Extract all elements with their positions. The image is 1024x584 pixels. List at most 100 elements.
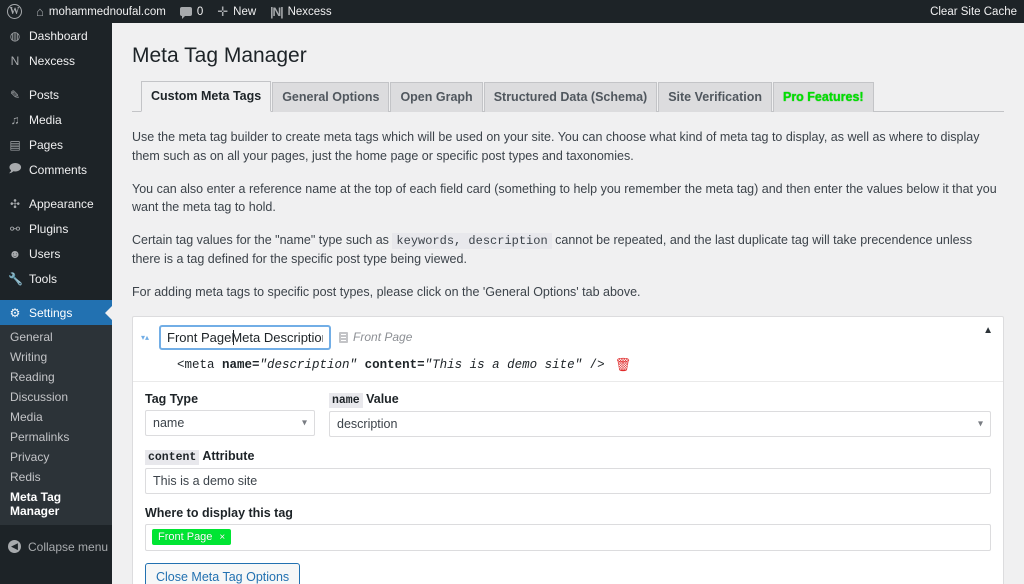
collapse-menu-label: Collapse menu xyxy=(28,539,109,554)
name-value-label: name Value xyxy=(329,391,991,408)
content-attribute-field: content Attribute This is a demo site xyxy=(145,449,991,494)
gear-icon: ⚙ xyxy=(9,305,21,320)
sidebar-item-pages[interactable]: ▤ Pages xyxy=(0,132,112,157)
user-icon: ☻ xyxy=(8,246,22,261)
tab-pro-features[interactable]: Pro Features! xyxy=(772,82,874,113)
new-content-menu[interactable]: ✛ New xyxy=(210,0,263,23)
where-to-display-field: Where to display this tag Front Page × xyxy=(145,506,991,551)
intro-p3-code: keywords, description xyxy=(392,233,552,250)
sidebar-item-label: Pages xyxy=(29,137,64,152)
site-name-label: mohammednoufal.com xyxy=(48,5,166,18)
content-attribute-input[interactable]: This is a demo site xyxy=(145,467,991,494)
trash-icon[interactable]: 🗑 xyxy=(615,358,632,371)
meta-code-preview-row: <meta name="description" content="This i… xyxy=(133,356,1003,382)
house-icon: ⌂ xyxy=(36,4,44,19)
close-meta-tag-options-button[interactable]: Close Meta Tag Options xyxy=(145,562,301,584)
sidebar-item-label: Appearance xyxy=(29,196,94,211)
tag-type-select[interactable]: name xyxy=(145,409,315,436)
sidebar-item-label: Users xyxy=(29,246,61,261)
settings-submenu: General Writing Reading Discussion Media… xyxy=(0,325,112,525)
sidebar-item-users[interactable]: ☻ Users xyxy=(0,241,112,266)
content-attribute-label-rest: Attribute xyxy=(202,448,255,463)
code-open: <meta xyxy=(177,357,223,372)
card-location-label: Front Page xyxy=(339,330,412,344)
wrench-icon: 🔧 xyxy=(8,271,23,286)
tab-structured-data[interactable]: Structured Data (Schema) xyxy=(483,82,658,113)
chip-front-page[interactable]: Front Page × xyxy=(152,529,232,546)
code-close: /> xyxy=(582,357,605,372)
collapse-menu-button[interactable]: ◀ Collapse menu xyxy=(0,534,112,559)
sort-handle-icon[interactable]: ▾▴ xyxy=(141,333,151,341)
new-label: New xyxy=(233,5,257,18)
tab-open-graph[interactable]: Open Graph xyxy=(390,82,483,113)
sidebar-item-media[interactable]: ♫ Media xyxy=(0,107,112,132)
code-attr2-value: "This is a demo site" xyxy=(424,357,583,372)
sidebar-item-label: Settings xyxy=(29,305,73,320)
sidebar-divider xyxy=(0,291,112,300)
code-attr1-value: "description" xyxy=(259,357,358,372)
sidebar-item-nexcess[interactable]: Ν Nexcess xyxy=(0,48,112,73)
where-to-display-label: Where to display this tag xyxy=(145,505,293,520)
code-attr1-name: name= xyxy=(222,357,260,372)
clear-site-cache-button[interactable]: Clear Site Cache xyxy=(923,0,1024,23)
intro-paragraph-4: For adding meta tags to specific post ty… xyxy=(132,284,641,299)
dashboard-icon: ◍ xyxy=(9,28,21,43)
sidebar-divider xyxy=(0,73,112,82)
where-to-display-chips[interactable]: Front Page × xyxy=(145,523,991,551)
sidebar-item-tools[interactable]: 🔧 Tools xyxy=(0,266,112,291)
sidebar-item-posts[interactable]: ✎ Posts xyxy=(0,82,112,107)
sidebar-subitem-privacy[interactable]: Privacy xyxy=(0,447,112,467)
name-value-selected-value: description xyxy=(337,416,398,431)
sidebar-item-label: Comments xyxy=(29,162,88,177)
tab-general-options[interactable]: General Options xyxy=(272,82,390,113)
sidebar-subitem-writing[interactable]: Writing xyxy=(0,347,112,367)
sidebar-item-appearance[interactable]: ✣ Appearance xyxy=(0,191,112,216)
sidebar-item-dashboard[interactable]: ◍ Dashboard xyxy=(0,23,112,48)
reference-name-input[interactable] xyxy=(159,324,332,350)
sidebar-group-content: ✎ Posts ♫ Media ▤ Pages 🗩 Comments xyxy=(0,82,112,182)
sidebar-subitem-reading[interactable]: Reading xyxy=(0,367,112,387)
sidebar-subitem-general[interactable]: General xyxy=(0,327,112,347)
nexcess-label: Nexcess xyxy=(287,5,332,18)
chevron-left-icon: ◀ xyxy=(8,540,21,553)
site-name-menu[interactable]: ⌂ mohammednoufal.com xyxy=(29,0,173,23)
page-title: Meta Tag Manager xyxy=(132,44,307,67)
nexcess-icon: |N| xyxy=(270,4,283,19)
sidebar-subitem-media[interactable]: Media xyxy=(0,407,112,427)
page-icon xyxy=(339,331,349,343)
sidebar-group-main: ◍ Dashboard Ν Nexcess xyxy=(0,23,112,73)
name-value-select[interactable]: description xyxy=(329,410,991,437)
sidebar-subitem-discussion[interactable]: Discussion xyxy=(0,387,112,407)
code-attr2-name: content= xyxy=(364,357,425,372)
tab-custom-meta-tags[interactable]: Custom Meta Tags xyxy=(141,81,272,113)
sidebar-subitem-redis[interactable]: Redis xyxy=(0,467,112,487)
tag-type-label: Tag Type xyxy=(145,391,199,406)
tab-site-verification[interactable]: Site Verification xyxy=(658,82,772,113)
tab-bar: Custom Meta Tags General Options Open Gr… xyxy=(132,81,1004,113)
sidebar-subitem-permalinks[interactable]: Permalinks xyxy=(0,427,112,447)
text-caret xyxy=(233,329,235,345)
media-icon: ♫ xyxy=(10,112,20,127)
comments-menu[interactable]: 0 xyxy=(173,0,210,23)
chevron-up-icon[interactable]: ▲ xyxy=(983,325,993,336)
sidebar-subitem-meta-tag-manager[interactable]: Meta Tag Manager xyxy=(0,487,112,521)
intro-paragraph-3: Certain tag values for the "name" type s… xyxy=(132,231,1004,269)
plus-icon: ✛ xyxy=(217,4,229,19)
sidebar-item-comments[interactable]: 🗩 Comments xyxy=(0,157,112,182)
wp-logo-menu[interactable]: W xyxy=(0,0,29,23)
wordpress-logo-icon: W xyxy=(7,4,22,19)
name-value-label-rest: Value xyxy=(366,391,399,406)
name-value-field: name Value description xyxy=(329,392,991,437)
sidebar-item-plugins[interactable]: ⚯ Plugins xyxy=(0,216,112,241)
nexcess-menu[interactable]: |N| Nexcess xyxy=(263,0,339,23)
brush-icon: ✣ xyxy=(9,196,21,211)
meta-tag-card: ▾▴ Front Page ▲ <meta name="description"… xyxy=(132,315,1004,584)
close-options-row: Close Meta Tag Options xyxy=(145,562,991,584)
sidebar-item-settings[interactable]: ⚙ Settings xyxy=(0,300,112,325)
close-icon[interactable]: × xyxy=(219,532,225,543)
comments-count: 0 xyxy=(196,5,204,18)
meta-tag-card-body: Tag Type name name Value description con… xyxy=(133,382,1003,584)
reference-name-wrap xyxy=(159,324,332,350)
sidebar-divider xyxy=(0,182,112,191)
pin-icon: ✎ xyxy=(9,87,21,102)
